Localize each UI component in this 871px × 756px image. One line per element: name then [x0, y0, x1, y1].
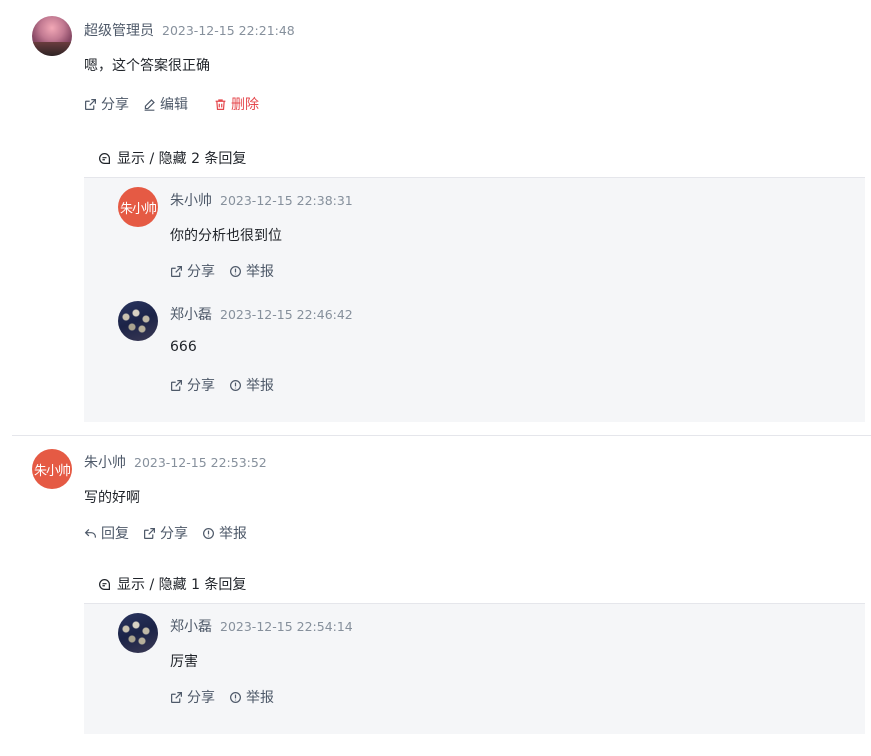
- info-icon: [230, 379, 241, 391]
- avatar-initials: 朱小帅: [33, 463, 71, 479]
- reply-text: 你的分析也很到位: [170, 228, 282, 244]
- report-label: 举报: [246, 378, 274, 394]
- info-icon: [230, 265, 241, 277]
- comment-meta: 超级管理员 2023-12-15 22:21:48: [84, 20, 295, 40]
- toggle-replies-button[interactable]: 显示 / 隐藏 1 条回复: [98, 574, 246, 594]
- comment-actions: 回复 分享 举报: [84, 523, 247, 543]
- reply-text: 厉害: [170, 654, 198, 670]
- comment-text: 嗯，这个答案很正确: [84, 58, 210, 74]
- trash-icon: [215, 98, 226, 110]
- author-name[interactable]: 郑小磊: [170, 616, 212, 636]
- reply-actions: 分享 举报: [170, 375, 274, 395]
- report-label: 举报: [246, 264, 274, 280]
- reply-label: 回复: [101, 526, 129, 542]
- share-icon: [171, 691, 182, 703]
- avatar[interactable]: [118, 301, 158, 341]
- share-label: 分享: [187, 264, 215, 280]
- share-label: 分享: [160, 526, 188, 542]
- avatar[interactable]: 朱小帅: [32, 449, 72, 489]
- report-button[interactable]: 举报: [229, 375, 274, 395]
- author-name[interactable]: 朱小帅: [170, 190, 212, 210]
- info-icon: [203, 527, 214, 539]
- report-label: 举报: [219, 526, 247, 542]
- report-button[interactable]: 举报: [229, 687, 274, 707]
- share-icon: [171, 265, 182, 277]
- edit-icon: [144, 98, 155, 111]
- delete-label: 删除: [231, 97, 259, 113]
- avatar[interactable]: 朱小帅: [118, 187, 158, 227]
- reply-meta: 朱小帅 2023-12-15 22:38:31: [170, 190, 353, 210]
- timestamp: 2023-12-15 22:46:42: [220, 307, 353, 322]
- timestamp: 2023-12-15 22:54:14: [220, 619, 353, 634]
- share-button[interactable]: 分享: [170, 375, 215, 395]
- reply-icon: [84, 528, 96, 538]
- report-button[interactable]: 举报: [229, 261, 274, 281]
- toggle-replies-label: 显示 / 隐藏 2 条回复: [117, 151, 247, 167]
- comment-text: 写的好啊: [84, 490, 140, 506]
- reply-meta: 郑小磊 2023-12-15 22:46:42: [170, 304, 353, 324]
- timestamp: 2023-12-15 22:38:31: [220, 193, 353, 208]
- replies-panel: 朱小帅 朱小帅 2023-12-15 22:38:31 你的分析也很到位 分享 …: [84, 177, 865, 422]
- timestamp: 2023-12-15 22:21:48: [162, 23, 295, 38]
- share-button[interactable]: 分享: [84, 94, 129, 114]
- toggle-replies-button[interactable]: 显示 / 隐藏 2 条回复: [98, 148, 246, 168]
- report-label: 举报: [246, 690, 274, 706]
- author-name[interactable]: 朱小帅: [84, 452, 126, 472]
- delete-button[interactable]: 删除: [214, 94, 259, 114]
- comment-icon: [99, 578, 110, 590]
- share-label: 分享: [187, 690, 215, 706]
- avatar[interactable]: [118, 613, 158, 653]
- share-button[interactable]: 分享: [143, 523, 188, 543]
- share-icon: [171, 379, 182, 391]
- avatar-initials: 朱小帅: [119, 201, 157, 217]
- author-name[interactable]: 郑小磊: [170, 304, 212, 324]
- toggle-replies-label: 显示 / 隐藏 1 条回复: [117, 577, 247, 593]
- divider: [12, 435, 871, 436]
- comment-icon: [99, 152, 110, 164]
- share-button[interactable]: 分享: [170, 261, 215, 281]
- share-label: 分享: [101, 97, 129, 113]
- replies-panel: 郑小磊 2023-12-15 22:54:14 厉害 分享 举报: [84, 603, 865, 734]
- author-name[interactable]: 超级管理员: [84, 20, 154, 40]
- avatar[interactable]: [32, 16, 72, 56]
- edit-button[interactable]: 编辑: [143, 94, 188, 114]
- share-icon: [85, 98, 96, 110]
- report-button[interactable]: 举报: [202, 523, 247, 543]
- comment-actions: 分享 编辑 删除: [84, 94, 259, 114]
- reply-actions: 分享 举报: [170, 261, 274, 281]
- reply-actions: 分享 举报: [170, 687, 274, 707]
- reply-text: 666: [170, 339, 197, 355]
- info-icon: [230, 691, 241, 703]
- edit-label: 编辑: [160, 97, 188, 113]
- share-button[interactable]: 分享: [170, 687, 215, 707]
- share-icon: [144, 527, 155, 539]
- reply-button[interactable]: 回复: [84, 523, 129, 543]
- comment-meta: 朱小帅 2023-12-15 22:53:52: [84, 452, 267, 472]
- share-label: 分享: [187, 378, 215, 394]
- timestamp: 2023-12-15 22:53:52: [134, 455, 267, 470]
- reply-meta: 郑小磊 2023-12-15 22:54:14: [170, 616, 353, 636]
